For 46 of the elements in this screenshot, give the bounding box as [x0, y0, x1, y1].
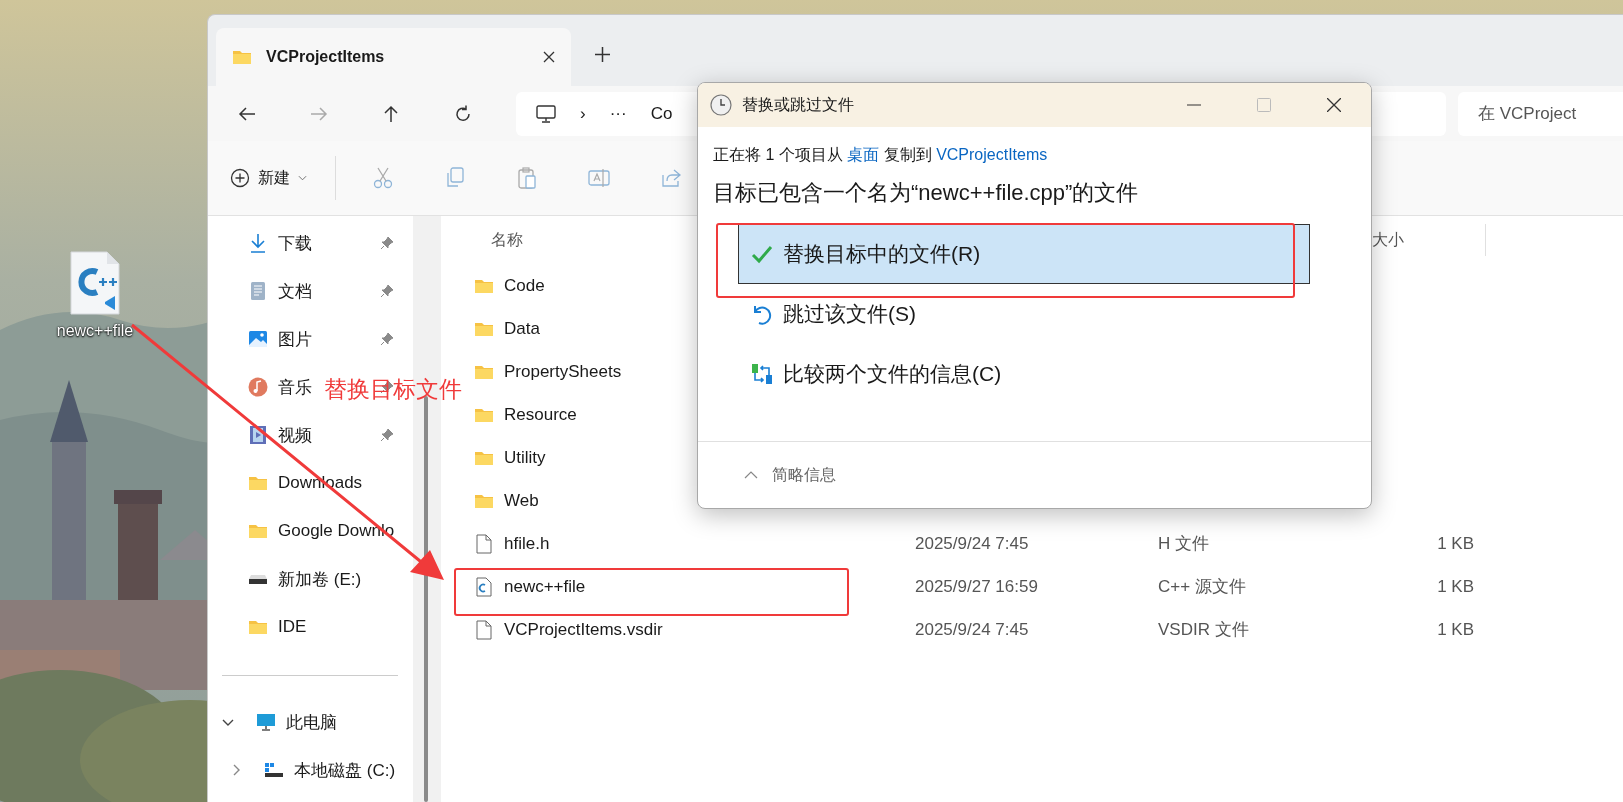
file-type: VSDIR 文件	[1158, 619, 1249, 641]
file-type: H 文件	[1158, 533, 1209, 555]
sidebar-item[interactable]: 文档	[248, 271, 314, 311]
conflict-message: 目标已包含一个名为“newc++file.cpp”的文件	[713, 179, 1140, 207]
dialog-option[interactable]: 替换目标中的文件(R)	[738, 224, 1310, 284]
file-name[interactable]: Code	[504, 275, 545, 296]
copy-status-text: 正在将 1 个项目从 桌面 复制到 VCProjectItems	[713, 145, 1049, 165]
path-overflow[interactable]: ···	[609, 103, 627, 124]
tree-label: 本地磁盘 (C:)	[294, 759, 396, 782]
tree-item[interactable]: 本地磁盘 (C:)	[208, 746, 413, 794]
tree-label: 此电脑	[286, 711, 337, 734]
sidebar-item[interactable]: 音乐	[248, 367, 314, 407]
dialog-option[interactable]: 跳过该文件(S)	[738, 284, 1310, 344]
file-date: 2025/9/24 7:45	[915, 619, 1029, 640]
sidebar-item[interactable]: 新加卷 (E:)	[248, 559, 364, 599]
file-type: C++ 源文件	[1158, 576, 1246, 598]
column-header[interactable]: 名称	[491, 229, 523, 251]
sidebar-item[interactable]: 图片	[248, 319, 314, 359]
file-size: 1 KB	[1437, 619, 1474, 640]
dialog-option[interactable]: 比较两个文件的信息(C)	[738, 344, 1310, 404]
search-field[interactable]: 在 VCProject	[1458, 91, 1623, 136]
file-name[interactable]: newc++file	[504, 576, 586, 597]
destination-link[interactable]: VCProjectItems	[936, 146, 1048, 163]
file-name[interactable]: hfile.h	[504, 533, 550, 554]
new-button[interactable]: 新建	[226, 161, 311, 195]
file-name[interactable]: VCProjectItems.vsdir	[504, 619, 663, 640]
path-separator: ›	[580, 103, 586, 124]
folder-tab[interactable]: VCProjectItems	[216, 28, 571, 86]
file-date: 2025/9/24 7:45	[915, 533, 1029, 554]
column-header[interactable]: 大小	[1372, 229, 1404, 251]
file-name[interactable]: Web	[504, 490, 539, 511]
file-size: 1 KB	[1437, 533, 1474, 554]
details-toggle[interactable]: 简略信息	[738, 463, 842, 487]
file-date: 2025/9/27 16:59	[915, 576, 1038, 597]
file-name[interactable]: Utility	[504, 447, 546, 468]
file-name[interactable]: Resource	[504, 404, 577, 425]
file-name[interactable]: Data	[504, 318, 540, 339]
source-link[interactable]: 桌面	[847, 146, 880, 163]
sidebar-item[interactable]: 下载	[248, 223, 314, 263]
file-size: 1 KB	[1437, 576, 1474, 597]
dialog-title: 替换或跳过文件	[742, 94, 855, 115]
sidebar-item[interactable]: IDE	[248, 607, 309, 647]
file-name[interactable]: PropertySheets	[504, 361, 622, 382]
tree-item[interactable]: 此电脑	[208, 698, 413, 746]
tab-title: VCProjectItems	[266, 48, 386, 66]
path-crumb[interactable]: Co	[650, 103, 673, 124]
